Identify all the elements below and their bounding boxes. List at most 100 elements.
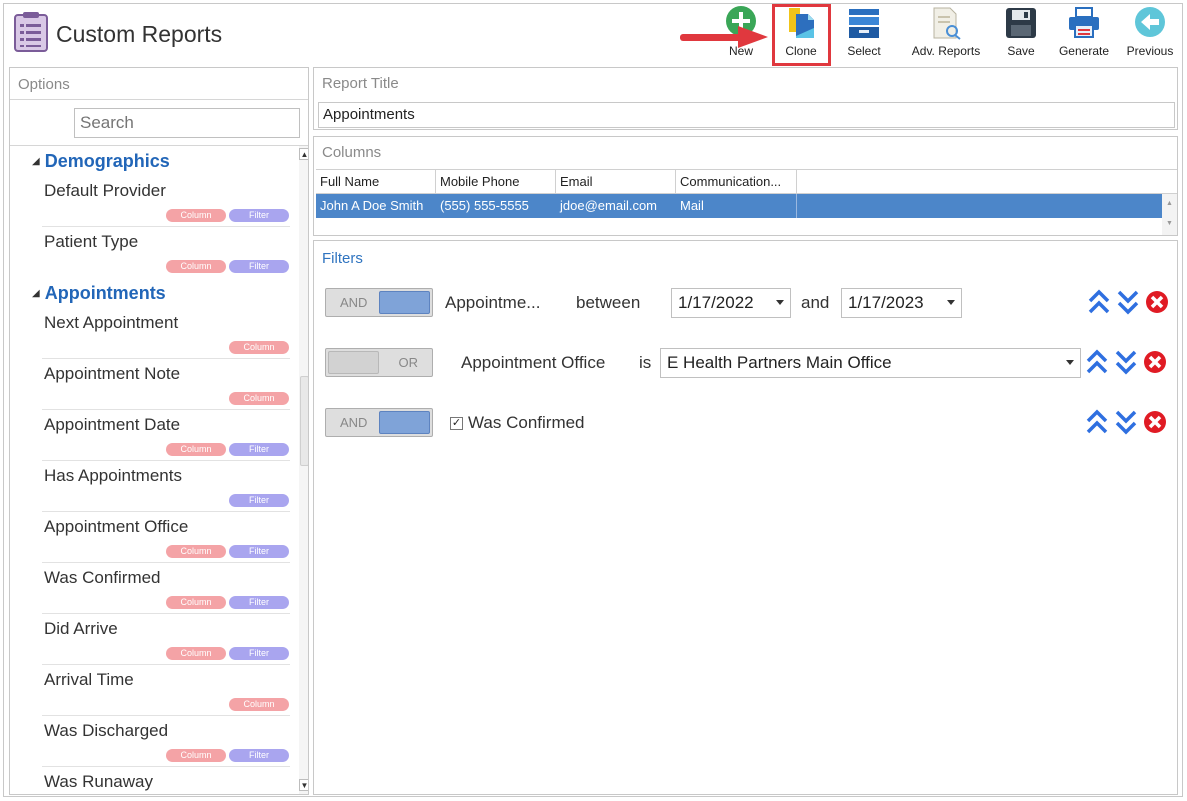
scroll-thumb[interactable] xyxy=(300,376,308,466)
date-to-dropdown[interactable]: 1/17/2023 xyxy=(841,288,962,318)
previous-label: Previous xyxy=(1126,44,1174,58)
column-header-mobile-phone[interactable]: Mobile Phone xyxy=(436,170,556,193)
group-appointments[interactable]: ◢ Appointments xyxy=(10,278,292,308)
filters-header: Filters xyxy=(322,250,363,267)
option-label: Has Appointments xyxy=(44,466,182,485)
option-patient-type[interactable]: Patient Type Column Filter xyxy=(42,227,290,278)
columns-header: Columns xyxy=(322,144,382,161)
save-disk-icon xyxy=(1003,6,1039,40)
option-label: Appointment Note xyxy=(44,364,181,383)
chevron-down-icon xyxy=(776,300,784,305)
option-label: Patient Type xyxy=(44,232,139,251)
filter-tag[interactable]: Filter xyxy=(229,209,289,222)
option-was-runaway[interactable]: Was Runaway xyxy=(42,767,290,794)
column-tag[interactable]: Column xyxy=(166,596,226,609)
options-scrollbar[interactable]: ▲ ▼ xyxy=(299,146,308,794)
report-title-input[interactable]: Appointments xyxy=(318,102,1175,128)
filter-tag[interactable]: Filter xyxy=(229,749,289,762)
toggle-label: AND xyxy=(340,415,368,430)
clone-label: Clone xyxy=(785,44,817,58)
option-has-appointments[interactable]: Has Appointments Filter xyxy=(42,461,290,512)
move-down-icon[interactable] xyxy=(1115,289,1140,315)
option-next-appointment[interactable]: Next Appointment Column xyxy=(42,308,290,359)
filter-tag[interactable]: Filter xyxy=(229,596,289,609)
option-default-provider[interactable]: Default Provider Column Filter xyxy=(42,176,290,227)
column-header-email[interactable]: Email xyxy=(556,170,676,193)
app-header: Custom Reports xyxy=(14,11,222,57)
report-list-icon xyxy=(14,11,48,57)
column-tag[interactable]: Column xyxy=(166,260,226,273)
filter-row-actions xyxy=(1084,409,1167,435)
columns-grid: Full Name Mobile Phone Email Communicati… xyxy=(316,169,1177,235)
generate-label: Generate xyxy=(1058,44,1110,58)
option-arrival-time[interactable]: Arrival Time Column xyxy=(42,665,290,716)
and-or-toggle[interactable]: AND xyxy=(325,288,433,317)
option-label: Next Appointment xyxy=(44,313,179,332)
search-input[interactable] xyxy=(74,108,300,138)
option-list: ◢ Demographics Default Provider Column F… xyxy=(10,146,292,794)
move-up-icon[interactable] xyxy=(1084,349,1109,375)
delete-icon[interactable] xyxy=(1142,349,1167,375)
filter-tag[interactable]: Filter xyxy=(229,647,289,660)
toggle-label: OR xyxy=(398,355,419,370)
move-up-icon[interactable] xyxy=(1086,289,1111,315)
column-tag[interactable]: Column xyxy=(166,545,226,558)
option-label: Was Runaway xyxy=(44,772,153,791)
option-appointment-date[interactable]: Appointment Date Column Filter xyxy=(42,410,290,461)
collapse-triangle-icon[interactable]: ◢ xyxy=(32,156,40,167)
cell-email: jdoe@email.com xyxy=(560,198,658,213)
generate-button[interactable]: Generate xyxy=(1053,6,1115,64)
collapse-triangle-icon[interactable]: ◢ xyxy=(32,288,40,299)
filter-tag[interactable]: Filter xyxy=(229,443,289,456)
filter-tag[interactable]: Filter xyxy=(229,260,289,273)
and-or-toggle[interactable]: AND xyxy=(325,408,433,437)
column-tag[interactable]: Column xyxy=(229,341,289,354)
previous-button[interactable]: Previous xyxy=(1119,6,1181,64)
option-was-discharged[interactable]: Was Discharged Column Filter xyxy=(42,716,290,767)
table-row[interactable]: John A Doe Smith (555) 555-5555 jdoe@ema… xyxy=(316,194,1177,218)
chevron-down-icon xyxy=(1066,360,1074,365)
adv-reports-button[interactable]: Adv. Reports xyxy=(912,6,980,64)
column-tag[interactable]: Column xyxy=(229,698,289,711)
select-button[interactable]: Select xyxy=(833,6,895,64)
scroll-down-icon[interactable]: ▼ xyxy=(299,779,308,791)
move-down-icon[interactable] xyxy=(1113,349,1138,375)
date-from-dropdown[interactable]: 1/17/2022 xyxy=(671,288,791,318)
options-header: Options xyxy=(10,68,308,100)
was-confirmed-checkbox[interactable]: ✓ xyxy=(450,417,463,430)
move-down-icon[interactable] xyxy=(1113,409,1138,435)
option-was-confirmed[interactable]: Was Confirmed Column Filter xyxy=(42,563,290,614)
filter-operator-label: between xyxy=(576,293,641,312)
folder-select-icon xyxy=(846,6,882,40)
save-button[interactable]: Save xyxy=(990,6,1052,64)
filter-operator-label: is xyxy=(639,353,652,372)
option-label: Was Discharged xyxy=(44,721,169,740)
filters-panel: Filters AND Appointme... between 1/17/20… xyxy=(313,240,1178,795)
grid-scrollbar[interactable]: ▲ ▼ xyxy=(1162,194,1177,235)
filter-tag[interactable]: Filter xyxy=(229,494,289,507)
clone-button[interactable]: Clone xyxy=(770,6,832,64)
chevron-down-icon xyxy=(947,300,955,305)
grid-header-row: Full Name Mobile Phone Email Communicati… xyxy=(316,170,1177,194)
scroll-up-icon[interactable]: ▲ xyxy=(299,148,308,160)
column-tag[interactable]: Column xyxy=(166,749,226,762)
column-header-full-name[interactable]: Full Name xyxy=(316,170,436,193)
move-up-icon[interactable] xyxy=(1084,409,1109,435)
column-tag[interactable]: Column xyxy=(166,209,226,222)
delete-icon[interactable] xyxy=(1144,289,1169,315)
delete-icon[interactable] xyxy=(1142,409,1167,435)
column-header-communication[interactable]: Communication... xyxy=(676,170,797,193)
scroll-up-icon[interactable]: ▲ xyxy=(1162,194,1177,214)
filter-tag[interactable]: Filter xyxy=(229,545,289,558)
group-demographics[interactable]: ◢ Demographics xyxy=(10,146,292,176)
office-dropdown[interactable]: E Health Partners Main Office xyxy=(660,348,1081,378)
column-tag[interactable]: Column xyxy=(166,647,226,660)
option-appointment-note[interactable]: Appointment Note Column xyxy=(42,359,290,410)
back-arrow-icon xyxy=(1132,6,1168,40)
and-or-toggle[interactable]: OR xyxy=(325,348,433,377)
scroll-down-icon[interactable]: ▼ xyxy=(1162,214,1177,234)
option-did-arrive[interactable]: Did Arrive Column Filter xyxy=(42,614,290,665)
option-appointment-office[interactable]: Appointment Office Column Filter xyxy=(42,512,290,563)
column-tag[interactable]: Column xyxy=(229,392,289,405)
column-tag[interactable]: Column xyxy=(166,443,226,456)
